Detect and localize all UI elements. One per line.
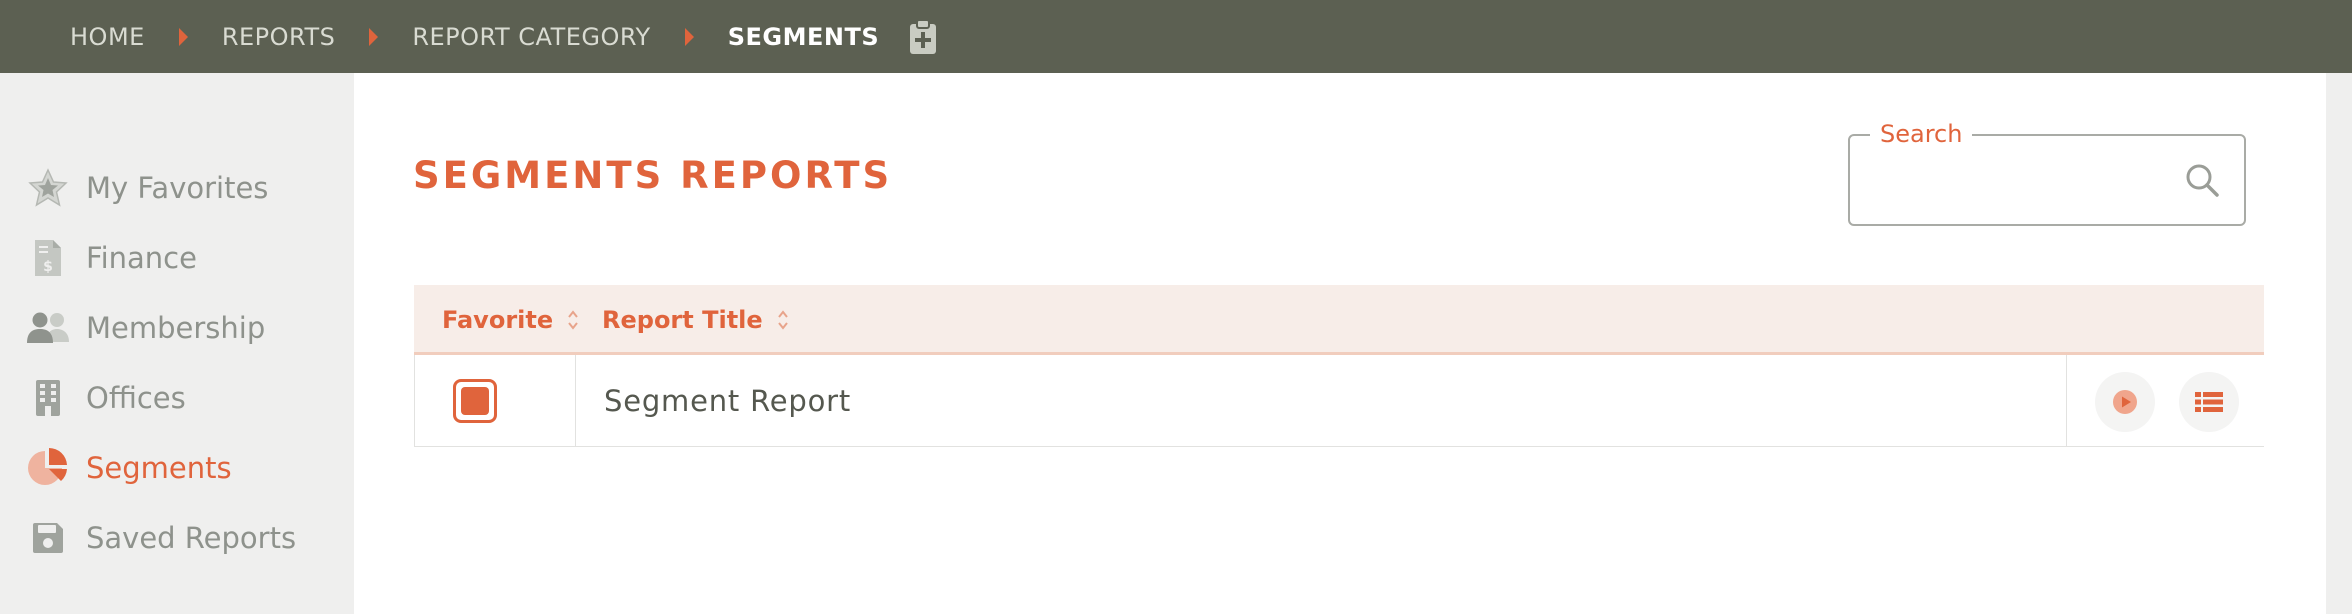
sidebar-item-my-favorites[interactable]: My Favorites	[26, 166, 268, 210]
sidebar-item-label: Offices	[86, 381, 186, 415]
search-field[interactable]: Search	[1848, 120, 2246, 226]
sidebar-item-label: My Favorites	[86, 171, 269, 205]
play-circle-icon	[2112, 389, 2138, 415]
sidebar-item-segments[interactable]: Segments	[26, 446, 232, 490]
chevron-right-icon	[369, 27, 379, 46]
column-header-label: Report Title	[602, 306, 763, 334]
breadcrumb-segments: SEGMENTS	[727, 22, 880, 51]
users-icon	[26, 306, 70, 350]
sidebar-item-label: Membership	[86, 311, 266, 345]
breadcrumb-home[interactable]: HOME	[70, 23, 145, 51]
svg-text:$: $	[43, 259, 53, 275]
column-header-report-title[interactable]: Report Title	[602, 285, 789, 355]
building-icon	[26, 376, 70, 420]
floppy-disk-icon	[26, 516, 70, 560]
search-input[interactable]	[1866, 156, 2166, 206]
search-icon[interactable]	[2184, 162, 2220, 202]
list-icon	[2195, 391, 2223, 413]
chevron-right-icon	[178, 27, 188, 46]
page-title: SEGMENTS REPORTS	[413, 154, 893, 197]
report-title-cell[interactable]: Segment Report	[604, 355, 851, 447]
breadcrumb-reports[interactable]: REPORTS	[222, 23, 336, 51]
chevron-right-icon	[684, 27, 694, 46]
sidebar-item-label: Segments	[86, 451, 232, 485]
cell-divider	[575, 355, 576, 447]
sidebar: My Favorites $ Finance Membership Office…	[0, 73, 354, 614]
cell-divider	[2066, 355, 2067, 447]
run-report-button[interactable]	[2095, 372, 2155, 432]
sidebar-item-saved-reports[interactable]: Saved Reports	[26, 516, 296, 560]
sidebar-item-label: Finance	[86, 241, 197, 275]
column-header-favorite[interactable]: Favorite	[442, 285, 579, 355]
table-row: Segment Report	[414, 355, 2264, 447]
sort-icon	[777, 309, 789, 331]
pie-chart-icon	[26, 446, 70, 490]
invoice-icon: $	[26, 236, 70, 280]
sort-icon	[567, 309, 579, 331]
column-header-label: Favorite	[442, 306, 554, 334]
right-gutter	[2326, 73, 2352, 614]
star-icon	[26, 166, 70, 210]
favorite-checkbox[interactable]	[453, 379, 497, 423]
clipboard-plus-icon[interactable]	[909, 18, 937, 55]
sidebar-item-label: Saved Reports	[86, 521, 297, 555]
sidebar-item-offices[interactable]: Offices	[26, 376, 186, 420]
view-details-button[interactable]	[2179, 372, 2239, 432]
sidebar-item-membership[interactable]: Membership	[26, 306, 265, 350]
breadcrumb-report-category[interactable]: REPORT CATEGORY	[412, 23, 650, 51]
table-header: Favorite Report Title	[414, 285, 2264, 355]
checkbox-checked-indicator	[461, 387, 489, 415]
breadcrumb: HOME REPORTS REPORT CATEGORY SEGMENTS	[0, 0, 2352, 73]
sidebar-item-finance[interactable]: $ Finance	[26, 236, 197, 280]
search-label: Search	[1870, 120, 1973, 148]
